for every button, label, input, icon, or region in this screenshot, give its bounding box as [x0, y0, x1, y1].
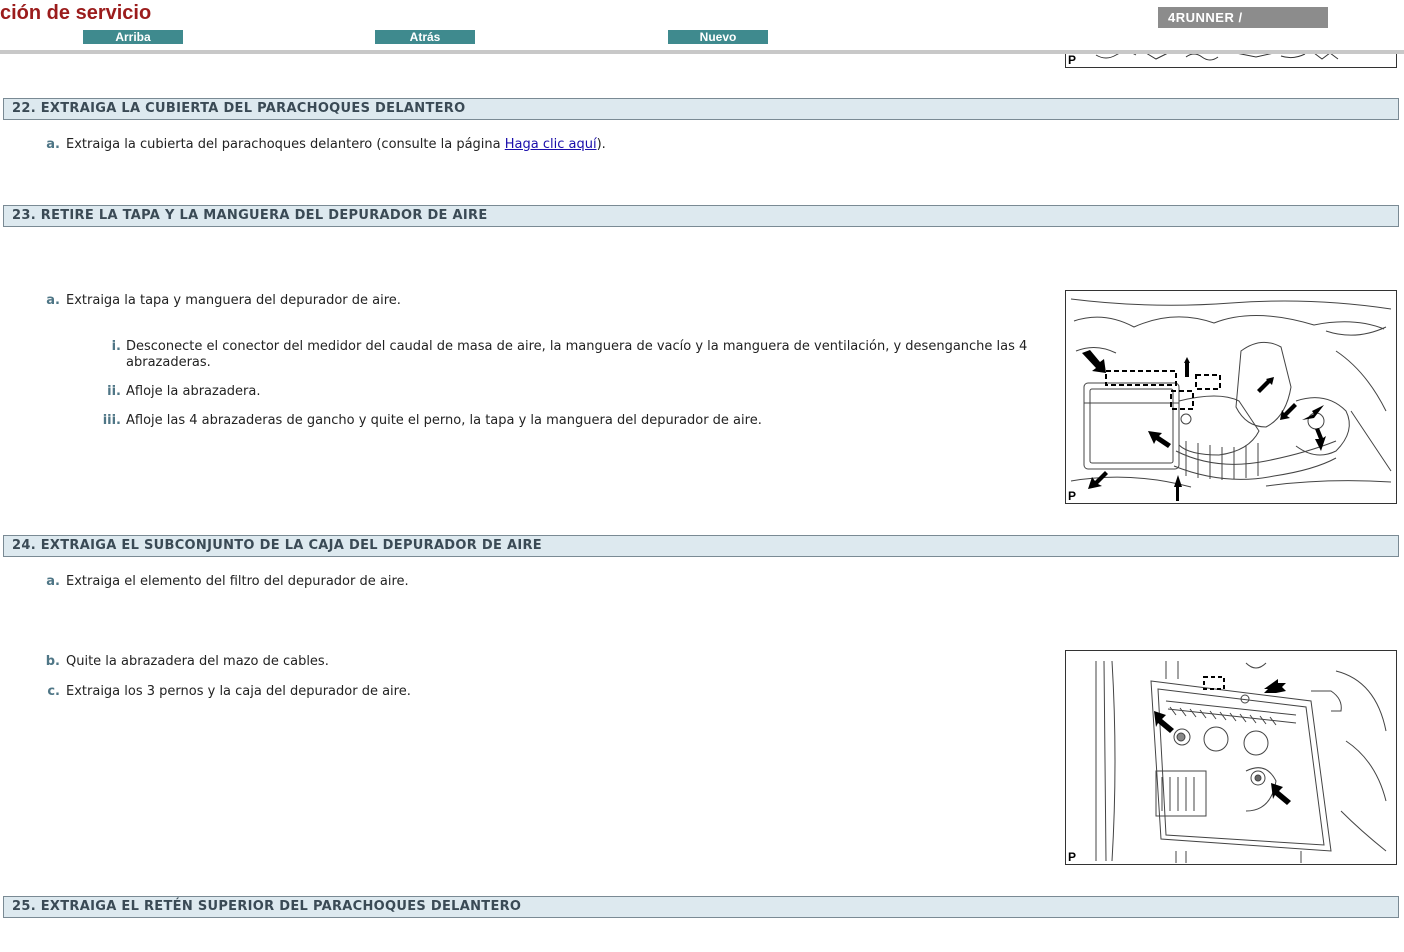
document-title: ción de servicio: [0, 2, 152, 24]
section-22-header: 22. EXTRAIGA LA CUBIERTA DEL PARACHOQUES…: [3, 98, 1399, 120]
step-text: Extraiga los 3 pernos y la caja del depu…: [66, 684, 411, 699]
step-text-end: ).: [596, 137, 606, 152]
step-label: a.: [46, 137, 60, 152]
new-button[interactable]: Nuevo: [668, 30, 768, 44]
step-label: b.: [45, 654, 60, 669]
step-text: Quite la abrazadera del mazo de cables.: [66, 654, 329, 669]
step-label: a.: [46, 574, 60, 589]
step-label: c.: [47, 684, 60, 699]
figure-label: P: [1068, 53, 1077, 67]
figure-label: P: [1068, 850, 1077, 864]
substep-label: iii.: [102, 413, 121, 428]
header-divider: [0, 50, 1404, 54]
step-text: Extraiga el elemento del filtro del depu…: [66, 574, 409, 589]
substep-text: Desconecte el conector del medidor del c…: [126, 339, 1028, 370]
substep-text: Afloje la abrazadera.: [126, 384, 261, 399]
step-text: Extraiga la tapa y manguera del depurado…: [66, 293, 401, 308]
reference-link[interactable]: Haga clic aquí: [505, 137, 597, 152]
step-label: a.: [46, 293, 60, 308]
air-cleaner-case-illustration: P: [1065, 650, 1397, 865]
section-23-header: 23. RETIRE LA TAPA Y LA MANGUERA DEL DEP…: [3, 205, 1399, 227]
section-24-header: 24. EXTRAIGA EL SUBCONJUNTO DE LA CAJA D…: [3, 535, 1399, 557]
model-label: 4RUNNER /: [1158, 7, 1328, 28]
page-header: ción de servicio Arriba Atrás Nuevo 4RUN…: [0, 0, 1404, 50]
air-cleaner-cap-illustration: P: [1065, 290, 1397, 504]
section-25-header: 25. EXTRAIGA EL RETÉN SUPERIOR DEL PARAC…: [3, 896, 1399, 918]
figure-label: P: [1068, 489, 1077, 503]
substep-label: i.: [111, 339, 121, 354]
substep-label: ii.: [107, 384, 121, 399]
step-text: Extraiga la cubierta del parachoques del…: [66, 137, 505, 152]
up-button[interactable]: Arriba: [83, 30, 183, 44]
back-button[interactable]: Atrás: [375, 30, 475, 44]
substep-text: Afloje las 4 abrazaderas de gancho y qui…: [126, 413, 762, 428]
